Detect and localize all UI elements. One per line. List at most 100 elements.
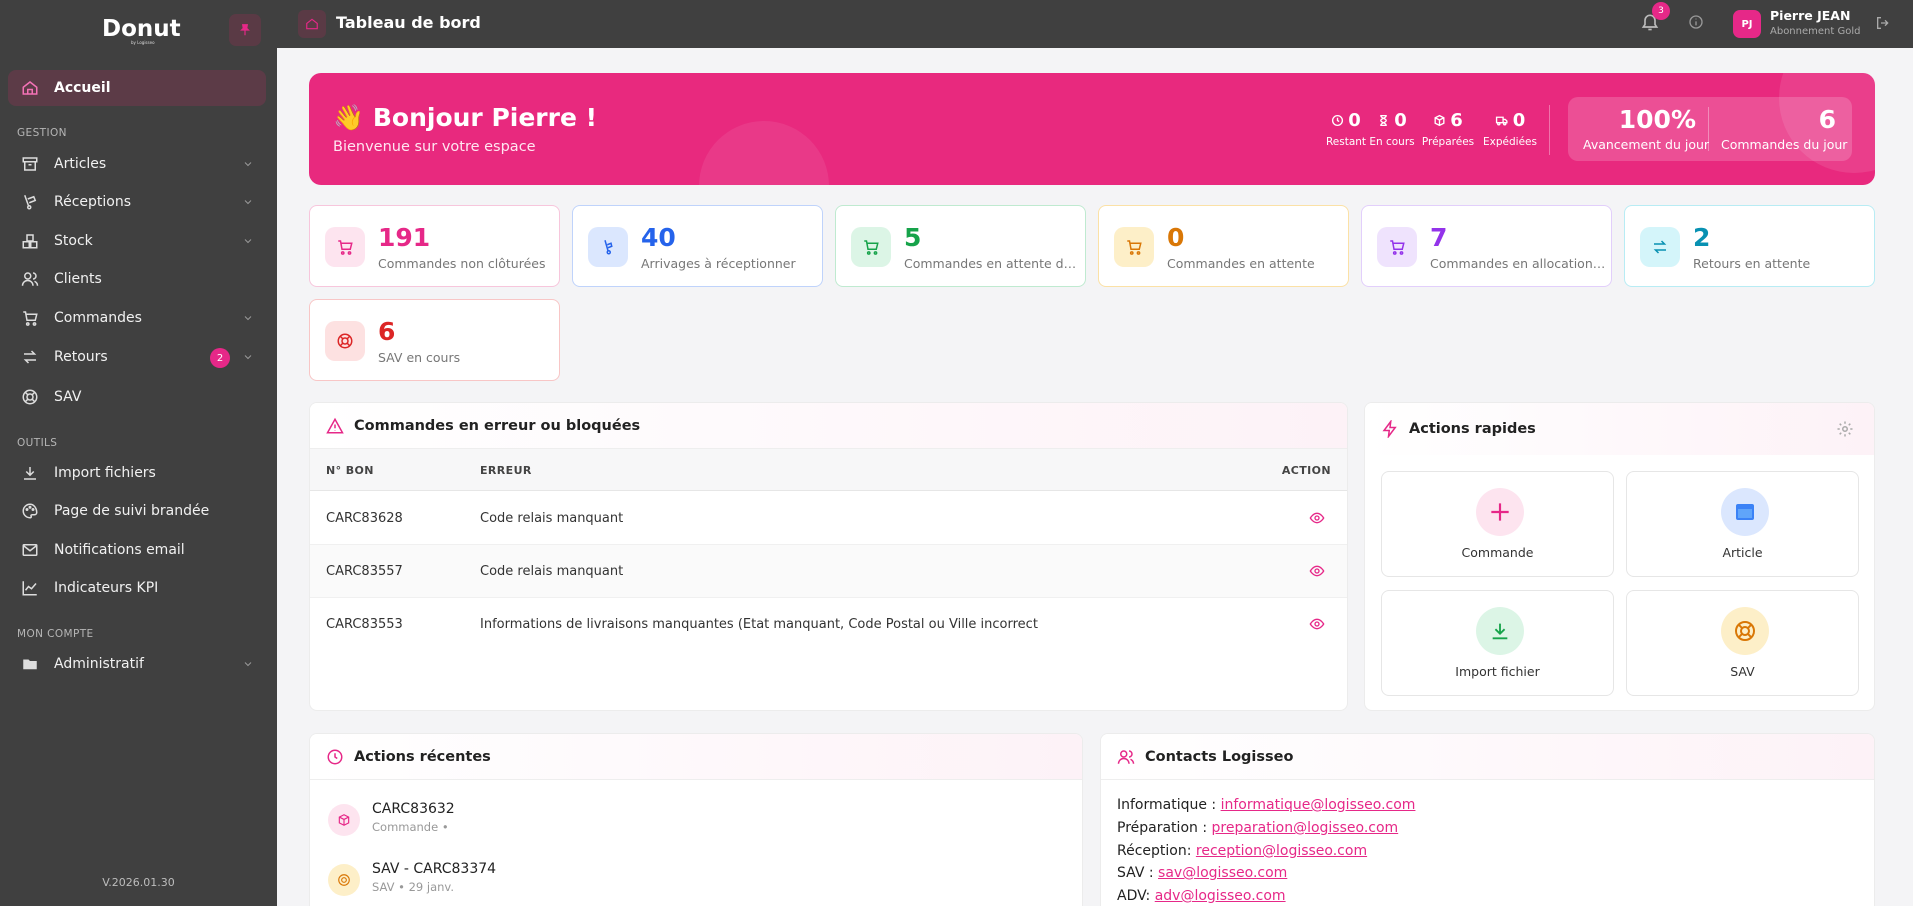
col-erreur: ERREUR: [480, 464, 532, 477]
archive-icon: [1721, 488, 1769, 536]
stat-expediees: 0 Expédiées: [1481, 110, 1539, 148]
top-header: Tableau de bord 3 PJ Pierre JEAN Abonnem…: [277, 0, 1913, 48]
table-row[interactable]: CARC83628 Code relais manquant: [310, 492, 1347, 545]
sidebar-item-kpi[interactable]: Indicateurs KPI: [8, 570, 266, 606]
package-icon: [1434, 114, 1445, 127]
stat-value: 6: [1450, 110, 1463, 131]
sidebar-item-stock[interactable]: Stock: [8, 223, 266, 259]
info-icon[interactable]: [1688, 14, 1704, 30]
contact-email-link[interactable]: adv@logisseo.com: [1155, 888, 1286, 904]
sidebar-item-label: SAV: [54, 389, 82, 405]
logout-icon[interactable]: [1875, 15, 1891, 31]
recent-sub: SAV • 29 janv.: [372, 880, 454, 894]
arrows-exchange-icon: [1640, 227, 1680, 267]
sidebar-item-label: Indicateurs KPI: [54, 580, 159, 596]
contact-email-link[interactable]: informatique@logisseo.com: [1221, 797, 1416, 813]
card-arrivages[interactable]: 40 Arrivages à réceptionner: [572, 205, 823, 287]
sidebar-item-articles[interactable]: Articles: [8, 146, 266, 182]
contact-email-link[interactable]: sav@logisseo.com: [1158, 865, 1287, 881]
eye-icon[interactable]: [1309, 616, 1325, 632]
chart-line-icon: [20, 578, 40, 598]
quick-action-sav[interactable]: SAV: [1626, 590, 1859, 696]
card-retours[interactable]: 2 Retours en attente: [1624, 205, 1875, 287]
app-logo[interactable]: Donut by Logisseo: [98, 12, 181, 48]
table-row[interactable]: CARC83557 Code relais manquant: [310, 545, 1347, 598]
panel-title: Actions récentes: [354, 748, 491, 765]
gear-icon[interactable]: [1836, 420, 1854, 438]
card-commandes-en-attente[interactable]: 0 Commandes en attente: [1098, 205, 1349, 287]
app-version: V.2026.01.30: [102, 876, 175, 889]
users-icon: [20, 269, 40, 289]
quick-action-import[interactable]: Import fichier: [1381, 590, 1614, 696]
cart-icon: [1377, 227, 1417, 267]
contact-row: SAV : sav@logisseo.com: [1117, 865, 1287, 881]
folder-icon: [20, 654, 40, 674]
sidebar-item-accueil[interactable]: Accueil: [8, 70, 266, 106]
row-bon: CARC83553: [326, 617, 403, 632]
sidebar-item-clients[interactable]: Clients: [8, 261, 266, 297]
card-label: Retours en attente: [1693, 256, 1811, 271]
avatar[interactable]: PJ: [1733, 10, 1761, 38]
brand-sub: by Logisseo: [131, 40, 155, 45]
sidebar-item-administratif[interactable]: Administratif: [8, 646, 266, 682]
card-allocation[interactable]: 7 Commandes en allocation …: [1361, 205, 1612, 287]
scrollbar[interactable]: [1903, 48, 1913, 906]
card-sav[interactable]: 6 SAV en cours: [309, 299, 560, 381]
contacts-panel: Contacts Logisseo Informatique : informa…: [1100, 733, 1875, 906]
progress-label: Avancement du jour: [1583, 137, 1710, 152]
recent-title: SAV - CARC83374: [372, 861, 497, 877]
quick-action-label: SAV: [1730, 664, 1755, 679]
sidebar-item-notifications[interactable]: Notifications email: [8, 532, 266, 568]
lifebuoy-icon: [328, 864, 360, 896]
sidebar-item-label: Page de suivi brandée: [54, 503, 210, 519]
contact-email-link[interactable]: reception@logisseo.com: [1196, 843, 1367, 859]
quick-action-commande[interactable]: Commande: [1381, 471, 1614, 577]
table-header: N° BON ERREUR ACTION: [310, 449, 1347, 491]
table-row[interactable]: CARC83553 Informations de livraisons man…: [310, 598, 1347, 651]
header-home-button[interactable]: [298, 10, 326, 38]
sidebar-item-commandes[interactable]: Commandes: [8, 300, 266, 336]
contact-row: ADV: adv@logisseo.com: [1117, 888, 1286, 904]
greeting: 👋 Bonjour Pierre !: [333, 103, 597, 133]
lifebuoy-icon: [1721, 607, 1769, 655]
sidebar-item-suivi[interactable]: Page de suivi brandée: [8, 493, 266, 529]
card-value: 40: [641, 223, 676, 252]
card-attente-de[interactable]: 5 Commandes en attente de …: [835, 205, 1086, 287]
sidebar-item-sav[interactable]: SAV: [8, 379, 266, 415]
eye-icon[interactable]: [1309, 563, 1325, 579]
card-label: Commandes en attente: [1167, 256, 1315, 271]
quick-action-article[interactable]: Article: [1626, 471, 1859, 577]
chevron-down-icon: [244, 162, 252, 167]
welcome-banner: 👋 Bonjour Pierre ! Bienvenue sur votre e…: [309, 73, 1875, 185]
stat-preparees: 6 Préparées: [1420, 110, 1476, 148]
sidebar-item-retours[interactable]: Retours 2: [8, 339, 266, 375]
row-erreur: Code relais manquant: [480, 564, 624, 579]
truck-icon: [1495, 116, 1508, 126]
package-icon: [328, 804, 360, 836]
contact-email-link[interactable]: preparation@logisseo.com: [1212, 820, 1399, 836]
chevron-down-icon: [244, 316, 252, 321]
row-bon: CARC83557: [326, 564, 403, 579]
sidebar-item-label: Accueil: [54, 80, 111, 96]
card-value: 6: [378, 317, 396, 346]
sidebar-item-label: Retours: [54, 349, 108, 365]
greeting-text: Bonjour Pierre !: [372, 103, 598, 132]
panel-title: Actions rapides: [1409, 421, 1536, 437]
user-name[interactable]: Pierre JEAN: [1770, 8, 1850, 23]
col-action: ACTION: [1281, 464, 1331, 477]
stat-label: Expédiées: [1483, 136, 1537, 148]
row-erreur: Informations de livraisons manquantes (E…: [480, 617, 1038, 632]
section-gestion: GESTION: [17, 127, 67, 139]
card-label: Commandes en allocation …: [1430, 256, 1606, 271]
eye-icon[interactable]: [1309, 510, 1325, 526]
sidebar-item-receptions[interactable]: Réceptions: [8, 184, 266, 220]
card-label: Arrivages à réceptionner: [641, 256, 796, 271]
chevron-down-icon: [244, 662, 252, 667]
pin-sidebar-button[interactable]: [229, 14, 261, 46]
dolly-icon: [588, 227, 628, 267]
quick-action-label: Commande: [1461, 545, 1534, 560]
stat-en-cours: 0 En cours: [1369, 110, 1415, 148]
card-commandes-non-cloturees[interactable]: 191 Commandes non clôturées: [309, 205, 560, 287]
sidebar-item-import[interactable]: Import fichiers: [8, 455, 266, 491]
contact-row: Préparation : preparation@logisseo.com: [1117, 820, 1398, 836]
